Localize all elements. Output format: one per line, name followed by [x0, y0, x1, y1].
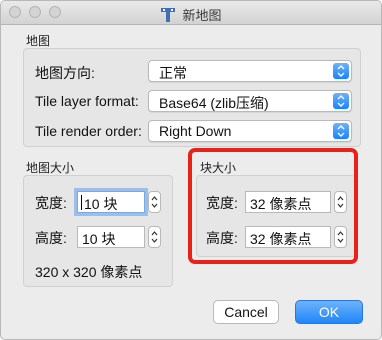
map-width-input[interactable]: 10 块 — [77, 191, 145, 213]
map-width-value: 10 块 — [84, 196, 118, 212]
orientation-select-arrows-icon — [333, 63, 349, 79]
window-title: 新地图 — [182, 8, 222, 23]
map-size-group-label: 地图大小 — [26, 161, 75, 175]
render-order-value: Right Down — [159, 123, 232, 139]
render-order-select-arrows-icon — [333, 123, 349, 139]
orientation-label: 地图方向: — [35, 65, 95, 81]
map-height-value: 10 块 — [82, 231, 116, 247]
cancel-button[interactable]: Cancel — [213, 300, 279, 324]
map-size-box: 宽度: 10 块 高度: 10 块 320 x 320 像素点 — [23, 175, 173, 287]
format-label: Tile layer format: — [35, 93, 139, 109]
format-value: Base64 (zlib压缩) — [159, 95, 269, 111]
window-title-area: 新地图 — [1, 5, 381, 26]
orientation-value: 正常 — [159, 65, 187, 81]
ok-button[interactable]: OK — [295, 300, 363, 324]
format-select-arrows-icon — [333, 93, 349, 109]
map-pixel-size-info: 320 x 320 像素点 — [35, 264, 143, 280]
map-height-input[interactable]: 10 块 — [77, 226, 145, 248]
new-map-dialog: 新地图 地图 地图方向: 正常 Tile layer format: Base6… — [0, 0, 382, 340]
map-width-label: 宽度: — [35, 195, 67, 211]
map-height-stepper[interactable] — [148, 226, 161, 248]
orientation-select[interactable]: 正常 — [148, 60, 352, 82]
map-group-label: 地图 — [26, 34, 51, 48]
format-select[interactable]: Base64 (zlib压缩) — [148, 90, 352, 112]
map-height-label: 高度: — [35, 230, 67, 246]
map-width-stepper[interactable] — [148, 191, 161, 213]
tile-size-highlight-annotation — [188, 148, 358, 264]
map-group-box: 地图方向: 正常 Tile layer format: Base64 (zlib… — [23, 48, 361, 147]
text-caret — [81, 195, 82, 210]
tiled-app-icon — [160, 7, 176, 26]
render-order-select[interactable]: Right Down — [148, 120, 352, 142]
render-order-label: Tile render order: — [35, 123, 142, 139]
title-bar: 新地图 — [1, 1, 381, 25]
